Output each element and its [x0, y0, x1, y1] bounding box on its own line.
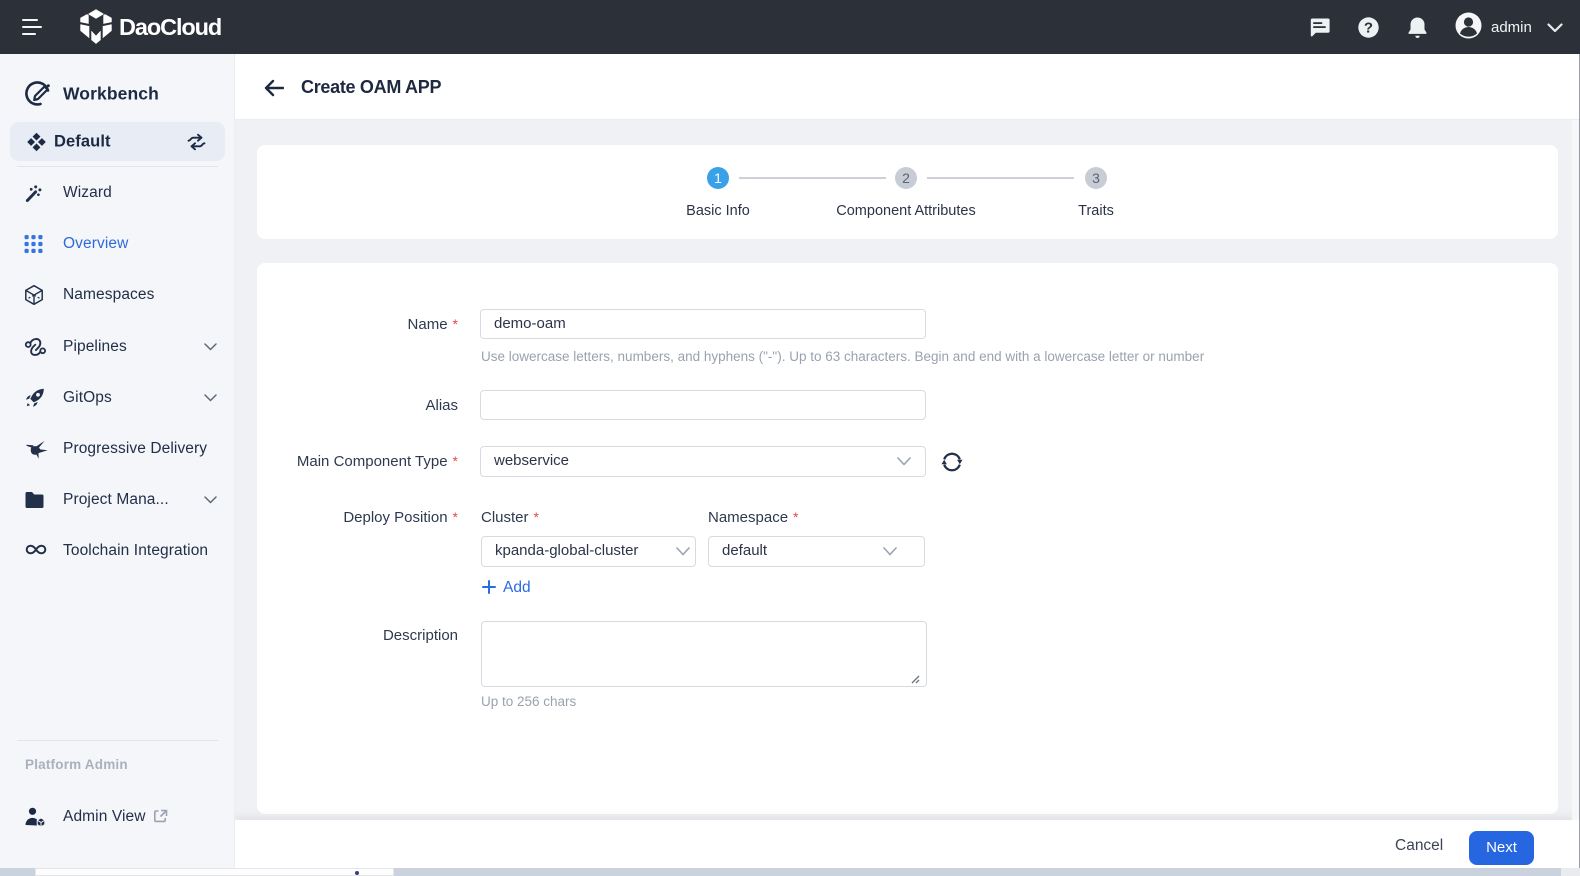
svg-text:?: ?: [1364, 20, 1373, 37]
